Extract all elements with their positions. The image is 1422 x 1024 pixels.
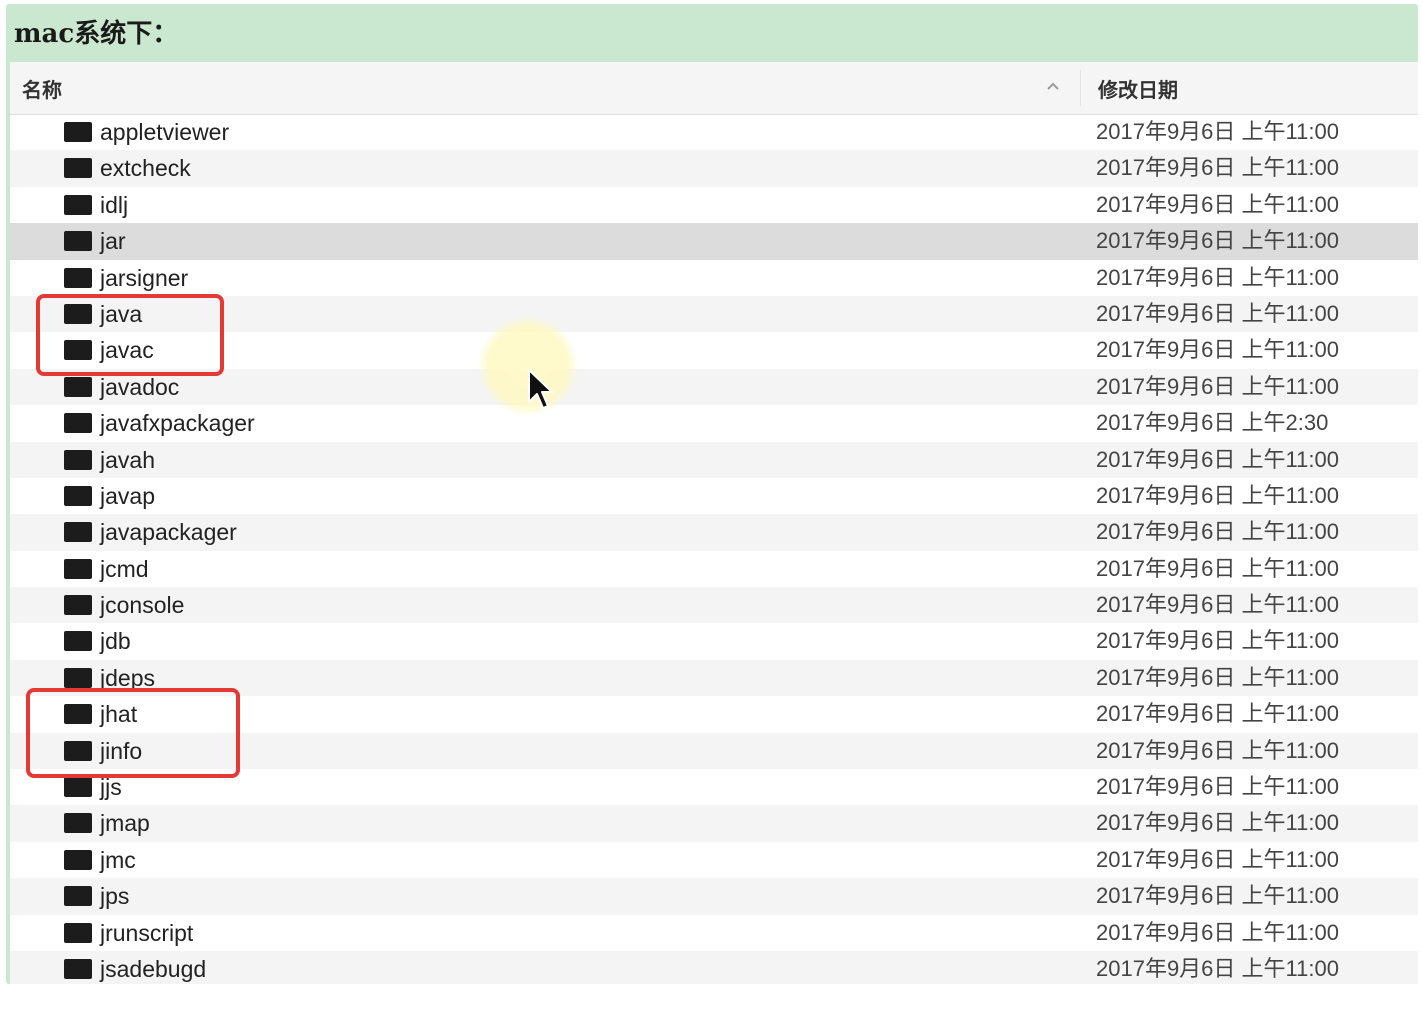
file-name: javapackager	[100, 519, 237, 546]
file-modified-date: 2017年9月6日 上午11:00	[1096, 592, 1339, 618]
executable-file-icon	[64, 376, 92, 397]
file-name: appletviewer	[100, 119, 230, 145]
file-row[interactable]: javap 2017年9月6日 上午11:00	[10, 478, 1418, 514]
file-modified-date: 2017年9月6日 上午11:00	[1096, 155, 1339, 181]
file-name: idlj	[100, 191, 129, 218]
executable-file-icon	[64, 777, 92, 798]
file-row[interactable]: jmap 2017年9月6日 上午11:00	[10, 805, 1418, 842]
file-row[interactable]: jps 2017年9月6日 上午11:00	[10, 878, 1418, 915]
file-modified-date: 2017年9月6日 上午11:00	[1096, 628, 1339, 654]
file-row[interactable]: jsadebugd 2017年9月6日 上午11:00	[10, 950, 1418, 984]
highlight-box-java-javac	[36, 294, 224, 376]
file-row[interactable]: javapackager 2017年9月6日 上午11:00	[10, 514, 1418, 551]
executable-file-icon	[64, 886, 92, 907]
executable-file-icon	[64, 558, 92, 579]
file-modified-date: 2017年9月6日 上午11:00	[1096, 555, 1339, 581]
executable-file-icon	[64, 485, 92, 506]
column-divider	[1080, 70, 1081, 106]
file-name: jmc	[100, 846, 136, 873]
executable-file-icon	[64, 231, 92, 252]
file-name: jarsigner	[100, 264, 189, 291]
file-name: javadoc	[100, 373, 180, 400]
executable-file-icon	[64, 413, 92, 434]
file-name: extcheck	[100, 155, 191, 182]
executable-file-icon	[64, 194, 92, 215]
file-modified-date: 2017年9月6日 上午11:00	[1096, 846, 1339, 872]
file-modified-date: 2017年9月6日 上午11:00	[1096, 955, 1339, 981]
caption-title: mac系统下：	[14, 19, 179, 49]
file-modified-date: 2017年9月6日 上午11:00	[1096, 228, 1339, 254]
file-row[interactable]: extcheck 2017年9月6日 上午11:00	[10, 150, 1418, 187]
file-modified-date: 2017年9月6日 上午11:00	[1096, 519, 1339, 545]
file-modified-date: 2017年9月6日 上午11:00	[1096, 300, 1339, 326]
file-row[interactable]: jrunscript 2017年9月6日 上午11:00	[10, 915, 1418, 951]
executable-file-icon	[64, 122, 92, 142]
file-modified-date: 2017年9月6日 上午11:00	[1096, 264, 1339, 290]
file-row[interactable]: jconsole 2017年9月6日 上午11:00	[10, 587, 1418, 624]
file-name: jconsole	[100, 592, 185, 619]
executable-file-icon	[64, 958, 92, 979]
file-name: jdb	[100, 628, 131, 655]
file-row[interactable]: idlj 2017年9月6日 上午11:00	[10, 187, 1418, 223]
file-name: jar	[100, 228, 126, 255]
file-row[interactable]: jdb 2017年9月6日 上午11:00	[10, 623, 1418, 659]
executable-file-icon	[64, 158, 92, 179]
file-modified-date: 2017年9月6日 上午11:00	[1096, 701, 1339, 727]
file-row[interactable]: jmc 2017年9月6日 上午11:00	[10, 842, 1418, 878]
file-modified-date: 2017年9月6日 上午2:30	[1096, 410, 1329, 436]
executable-file-icon	[64, 922, 92, 943]
executable-file-icon	[64, 595, 92, 616]
file-modified-date: 2017年9月6日 上午11:00	[1096, 373, 1339, 399]
executable-file-icon	[64, 667, 92, 688]
file-modified-date: 2017年9月6日 上午11:00	[1096, 774, 1339, 800]
file-name: javafxpackager	[100, 410, 255, 437]
column-header: 名称 修改日期	[10, 62, 1418, 115]
file-row[interactable]: javah 2017年9月6日 上午11:00	[10, 441, 1418, 478]
highlight-box-jhat-jinfo	[26, 688, 240, 778]
executable-file-icon	[64, 449, 92, 470]
file-modified-date: 2017年9月6日 上午11:00	[1096, 664, 1339, 690]
file-name: jsadebugd	[100, 955, 207, 982]
file-modified-date: 2017年9月6日 上午11:00	[1096, 191, 1339, 217]
file-modified-date: 2017年9月6日 上午11:00	[1096, 810, 1339, 836]
executable-file-icon	[64, 522, 92, 543]
file-name: javah	[100, 446, 155, 473]
file-name: javap	[100, 482, 155, 509]
file-modified-date: 2017年9月6日 上午11:00	[1096, 482, 1339, 508]
chevron-up-icon[interactable]	[1043, 76, 1063, 96]
finder-list-view[interactable]: 名称 修改日期 appletviewer 2017年9月6日 上午11:00 ext…	[10, 62, 1418, 984]
file-row[interactable]: javafxpackager 2017年9月6日 上午2:30	[10, 405, 1418, 441]
file-name: jmap	[100, 810, 150, 837]
executable-file-icon	[64, 267, 92, 288]
file-row[interactable]: appletviewer 2017年9月6日 上午11:00	[10, 114, 1418, 150]
mouse-pointer-icon	[528, 369, 553, 409]
file-modified-date: 2017年9月6日 上午11:00	[1096, 737, 1339, 763]
file-modified-date: 2017年9月6日 上午11:00	[1096, 919, 1339, 945]
file-name: jrunscript	[100, 919, 194, 946]
file-modified-date: 2017年9月6日 上午11:00	[1096, 883, 1339, 909]
file-name: jcmd	[100, 555, 149, 582]
file-modified-date: 2017年9月6日 上午11:00	[1096, 446, 1339, 472]
file-list: appletviewer 2017年9月6日 上午11:00 extcheck 201…	[10, 114, 1418, 984]
file-row[interactable]: jcmd 2017年9月6日 上午11:00	[10, 551, 1418, 587]
file-row[interactable]: jarsigner 2017年9月6日 上午11:00	[10, 260, 1418, 296]
file-row[interactable]: javadoc 2017年9月6日 上午11:00	[10, 368, 1418, 406]
executable-file-icon	[64, 813, 92, 834]
executable-file-icon	[64, 849, 92, 870]
column-name-header[interactable]: 名称	[22, 74, 62, 103]
file-row[interactable]: jar 2017年9月6日 上午11:00	[10, 223, 1418, 260]
file-name: jps	[100, 883, 130, 910]
executable-file-icon	[64, 631, 92, 652]
file-modified-date: 2017年9月6日 上午11:00	[1096, 119, 1339, 144]
column-date-header[interactable]: 修改日期	[1098, 74, 1178, 103]
file-modified-date: 2017年9月6日 上午11:00	[1096, 337, 1339, 363]
